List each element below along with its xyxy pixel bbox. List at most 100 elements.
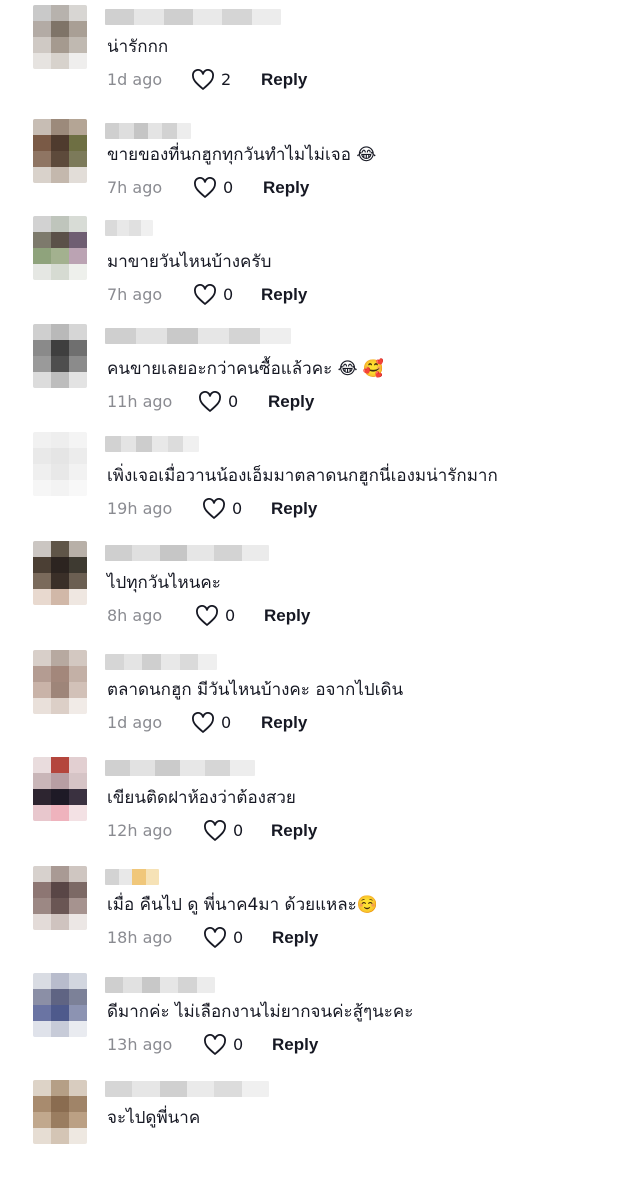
avatar[interactable] [33,119,87,183]
avatar-pixel [33,589,51,605]
avatar-pixel [69,464,87,480]
username-blurred[interactable] [105,869,159,885]
avatar-pixel [69,248,87,264]
like-button[interactable]: 0 [198,390,238,414]
like-button[interactable]: 0 [195,604,235,628]
username-pixel [119,123,134,139]
avatar-pixel [33,805,51,821]
avatar[interactable] [33,216,87,280]
avatar[interactable] [33,541,87,605]
avatar-pixel [33,650,51,666]
username-pixel [205,760,230,776]
avatar-pixel [33,989,51,1005]
username-pixel [159,977,179,993]
like-button[interactable]: 0 [203,926,243,950]
like-button[interactable]: 0 [203,1033,243,1057]
username-blurred[interactable] [105,760,255,776]
avatar[interactable] [33,324,87,388]
username-blurred[interactable] [105,9,281,25]
avatar-pixel [69,340,87,356]
like-button[interactable]: 2 [191,68,231,92]
username-pixel [180,760,205,776]
like-count: 0 [233,928,244,947]
comment-text: ไปทุกวันไหนคะ [107,573,221,593]
username-pixel [105,436,121,452]
avatar-pixel [51,324,69,340]
avatar-pixel [69,805,87,821]
username-blurred[interactable] [105,220,153,236]
avatar-pixel [51,541,69,557]
like-count: 0 [233,821,244,840]
username-pixel [105,869,119,885]
reply-button[interactable]: Reply [261,711,307,735]
like-count: 0 [225,606,236,625]
avatar[interactable] [33,973,87,1037]
reply-button[interactable]: Reply [264,604,310,628]
username-pixel [251,9,281,25]
like-count: 0 [223,285,234,304]
reply-button[interactable]: Reply [263,176,309,200]
avatar-pixel [51,480,69,496]
avatar-pixel [33,151,51,167]
avatar-pixel [69,882,87,898]
username-blurred[interactable] [105,977,215,993]
comment-time: 1d ago [107,70,163,89]
like-button[interactable]: 0 [202,497,242,521]
avatar[interactable] [33,1080,87,1144]
username-pixel [132,869,146,885]
avatar-pixel [33,21,51,37]
reply-button[interactable]: Reply [271,497,317,521]
like-count: 0 [223,178,234,197]
username-pixel [105,977,124,993]
reply-button[interactable]: Reply [268,390,314,414]
avatar[interactable] [33,650,87,714]
avatar-pixel [69,480,87,496]
avatar-pixel [69,757,87,773]
avatar-pixel [33,53,51,69]
like-button[interactable]: 0 [193,176,233,200]
username-blurred[interactable] [105,436,199,452]
avatar-pixel [69,264,87,280]
avatar[interactable] [33,432,87,496]
avatar[interactable] [33,5,87,69]
username-blurred[interactable] [105,123,191,139]
avatar-pixel [51,914,69,930]
avatar-pixel [33,448,51,464]
avatar-pixel [33,37,51,53]
reply-button[interactable]: Reply [271,819,317,843]
username-pixel [105,545,133,561]
username-blurred[interactable] [105,1081,269,1097]
username-pixel [118,869,132,885]
reply-button[interactable]: Reply [261,283,307,307]
username-blurred[interactable] [105,328,291,344]
like-button[interactable]: 0 [203,819,243,843]
avatar-pixel [33,789,51,805]
avatar-pixel [51,340,69,356]
comment-time: 8h ago [107,606,163,625]
avatar-pixel [51,37,69,53]
username-blurred[interactable] [105,654,217,670]
avatar-pixel [33,666,51,682]
username-blurred[interactable] [105,545,269,561]
avatar-pixel [33,698,51,714]
username-pixel [129,220,141,236]
avatar-pixel [69,557,87,573]
username-pixel [178,977,197,993]
username-pixel [136,436,153,452]
avatar-pixel [33,216,51,232]
avatar-pixel [69,119,87,135]
username-pixel [105,220,117,236]
avatar[interactable] [33,866,87,930]
reply-button[interactable]: Reply [261,68,307,92]
like-button[interactable]: 0 [191,711,231,735]
avatar-pixel [51,372,69,388]
avatar-pixel [69,151,87,167]
avatar-pixel [33,682,51,698]
reply-button[interactable]: Reply [272,926,318,950]
username-pixel [198,654,217,670]
like-button[interactable]: 0 [193,283,233,307]
reply-button[interactable]: Reply [272,1033,318,1057]
avatar[interactable] [33,757,87,821]
avatar-pixel [51,573,69,589]
username-pixel [214,545,242,561]
